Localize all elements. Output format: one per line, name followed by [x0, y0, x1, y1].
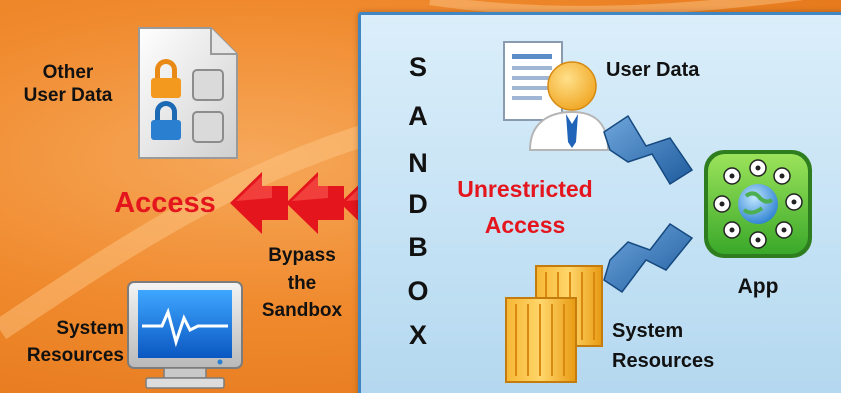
bypass-line-1: Bypass	[268, 245, 336, 266]
unrestricted-line-1: Unrestricted	[457, 176, 593, 202]
sandbox-letter-d: D	[408, 189, 428, 219]
sandbox-system-resources-line-2: Resources	[612, 350, 715, 372]
bypass-sandbox-label: Bypass the Sandbox	[252, 242, 352, 325]
left-system-resources-line-1: System	[56, 318, 124, 339]
access-label: Access	[114, 187, 216, 219]
sandbox-letter-a: A	[408, 101, 428, 131]
sandbox-letter-s: S	[408, 52, 427, 82]
other-user-data-line-1: Other	[42, 62, 94, 83]
bypass-line-2: the	[287, 272, 317, 294]
system-resources-connector	[603, 222, 694, 294]
sandbox-letter-n: N	[408, 148, 428, 178]
user-data-label: User Data	[606, 59, 700, 81]
left-system-resources-line-2: Resources	[26, 344, 124, 366]
monitor-icon	[127, 281, 243, 389]
app-icon	[704, 150, 812, 258]
sandbox-letter-o: O	[407, 276, 429, 306]
user-data-file-icon	[138, 27, 238, 159]
diagram-canvas: Other User Data Access Bypass the Sandbo…	[0, 0, 841, 393]
unrestricted-access-label: Unrestricted Access	[440, 172, 610, 243]
sandbox-letter-b: B	[408, 232, 428, 262]
user-data-connector	[603, 114, 694, 186]
bypass-line-3: Sandbox	[261, 300, 343, 322]
system-resources-boxes-icon	[505, 265, 603, 383]
left-system-resources-label: System Resources	[4, 316, 124, 369]
sandbox-system-resources-label: System Resources	[612, 316, 742, 376]
sandbox-system-resources-line-1: System	[612, 320, 684, 342]
other-user-data-label: Other User Data	[8, 62, 128, 108]
sandbox-letter-x: X	[408, 320, 427, 350]
other-user-data-line-2: User Data	[23, 84, 113, 106]
user-data-person-icon	[503, 41, 610, 151]
app-label: App	[737, 275, 779, 298]
unrestricted-line-2: Access	[484, 211, 566, 238]
